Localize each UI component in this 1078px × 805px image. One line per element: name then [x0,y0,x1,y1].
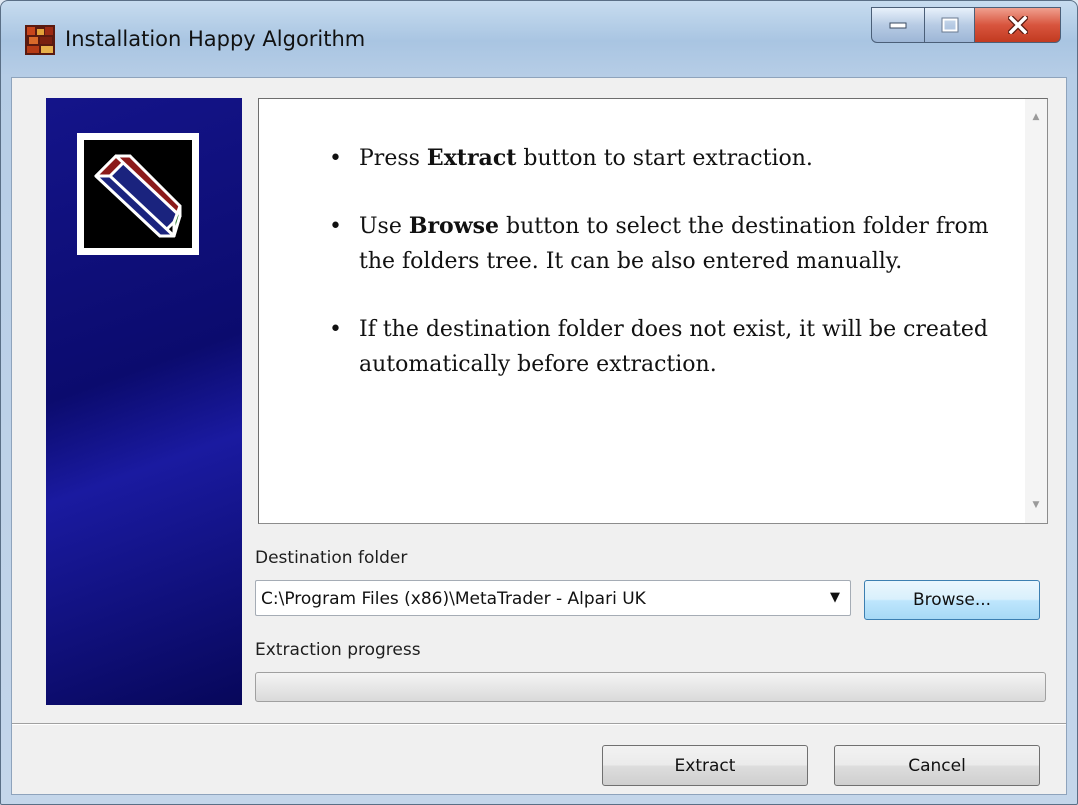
destination-folder-value[interactable]: C:\Program Files (x86)\MetaTrader - Alpa… [261,589,646,609]
browse-button[interactable]: Browse... [864,580,1040,620]
extract-button[interactable]: Extract [602,745,808,786]
dialog-client-area: Press Extract button to start extraction… [11,77,1067,795]
footer-separator [12,723,1066,725]
minimize-button[interactable] [871,7,925,43]
maximize-button[interactable] [925,7,975,43]
close-icon [1007,16,1028,34]
dropdown-arrow-icon[interactable]: ▼ [830,590,840,605]
instructions-list: Press Extract button to start extraction… [329,141,989,415]
instruction-item: If the destination folder does not exist… [329,312,989,382]
window-title: Installation Happy Algorithm [65,27,366,51]
instructions-box[interactable]: Press Extract button to start extraction… [258,98,1048,524]
destination-folder-label: Destination folder [255,548,408,568]
installer-logo [77,133,199,255]
package-box-icon [94,154,182,238]
destination-folder-combobox[interactable]: C:\Program Files (x86)\MetaTrader - Alpa… [255,580,851,616]
maximize-icon [941,17,958,33]
cancel-button[interactable]: Cancel [834,745,1040,786]
vertical-scrollbar[interactable]: ▲ ▼ [1025,99,1047,523]
close-button[interactable] [975,7,1061,43]
title-bar[interactable]: Installation Happy Algorithm [1,1,1077,77]
scroll-up-arrow-icon[interactable]: ▲ [1025,105,1047,129]
instruction-item: Press Extract button to start extraction… [329,141,989,176]
minimize-icon [889,22,907,29]
caption-buttons [871,7,1061,45]
extraction-progress-label: Extraction progress [255,640,421,660]
side-banner [46,98,242,705]
installer-window: Installation Happy Algorithm • Press Ext… [0,0,1078,805]
extraction-progress-bar [255,672,1046,702]
scroll-down-arrow-icon[interactable]: ▼ [1025,493,1047,517]
instruction-item: Use Browse button to select the destinat… [329,209,989,279]
app-icon [25,25,55,55]
